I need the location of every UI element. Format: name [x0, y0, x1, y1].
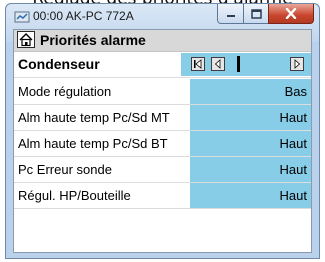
setting-label: Pc Erreur sonde	[18, 162, 112, 177]
setting-label: Mode régulation	[18, 84, 112, 99]
close-button[interactable]	[268, 4, 314, 24]
setting-value-text: Bas	[284, 84, 307, 99]
setting-value[interactable]: Bas	[190, 79, 311, 104]
setting-value[interactable]: Haut	[190, 105, 311, 130]
maximize-button[interactable]	[243, 4, 269, 24]
client-area: Priorités alarme Condenseur Mode régulat…	[13, 29, 312, 253]
setting-value[interactable]: Haut	[190, 157, 311, 182]
setting-value[interactable]: Haut	[190, 183, 311, 208]
section-row: Condenseur	[14, 52, 311, 78]
section-navigator	[181, 53, 311, 76]
setting-row[interactable]: Alm haute temp Pc/Sd MT Haut	[14, 105, 311, 131]
first-icon	[194, 59, 202, 69]
setting-value-text: Haut	[279, 110, 307, 125]
setting-value-text: Haut	[279, 188, 307, 203]
prev-button[interactable]	[211, 57, 225, 71]
prev-icon	[214, 59, 221, 69]
setting-value-text: Haut	[279, 136, 307, 151]
position-indicator	[237, 56, 240, 72]
next-button[interactable]	[290, 57, 304, 71]
home-button[interactable]	[17, 31, 35, 48]
setting-row[interactable]: Alm haute temp Pc/Sd BT Haut	[14, 131, 311, 157]
maximize-icon	[250, 8, 262, 19]
page-title: Priorités alarme	[40, 32, 146, 48]
section-label: Condenseur	[18, 56, 100, 72]
setting-value-text: Haut	[279, 162, 307, 177]
app-window: 00:00 AK-PC 772A Priorités alarme Conden…	[5, 3, 320, 259]
close-icon	[285, 8, 297, 19]
setting-label: Alm haute temp Pc/Sd BT	[18, 136, 168, 151]
minimize-icon	[226, 14, 235, 17]
setting-row[interactable]: Régul. HP/Bouteille Haut	[14, 183, 311, 209]
setting-row[interactable]: Mode régulation Bas	[14, 79, 311, 105]
home-icon	[19, 33, 33, 47]
first-button[interactable]	[191, 57, 205, 71]
device-icon	[14, 11, 30, 23]
setting-label: Alm haute temp Pc/Sd MT	[18, 110, 170, 125]
setting-label: Régul. HP/Bouteille	[18, 188, 131, 203]
minimize-button[interactable]	[217, 4, 244, 24]
next-icon	[294, 59, 301, 69]
window-title: 00:00 AK-PC 772A	[33, 9, 134, 23]
screen-header: Priorités alarme	[14, 30, 311, 52]
setting-row[interactable]: Pc Erreur sonde Haut	[14, 157, 311, 183]
setting-value[interactable]: Haut	[190, 131, 311, 156]
